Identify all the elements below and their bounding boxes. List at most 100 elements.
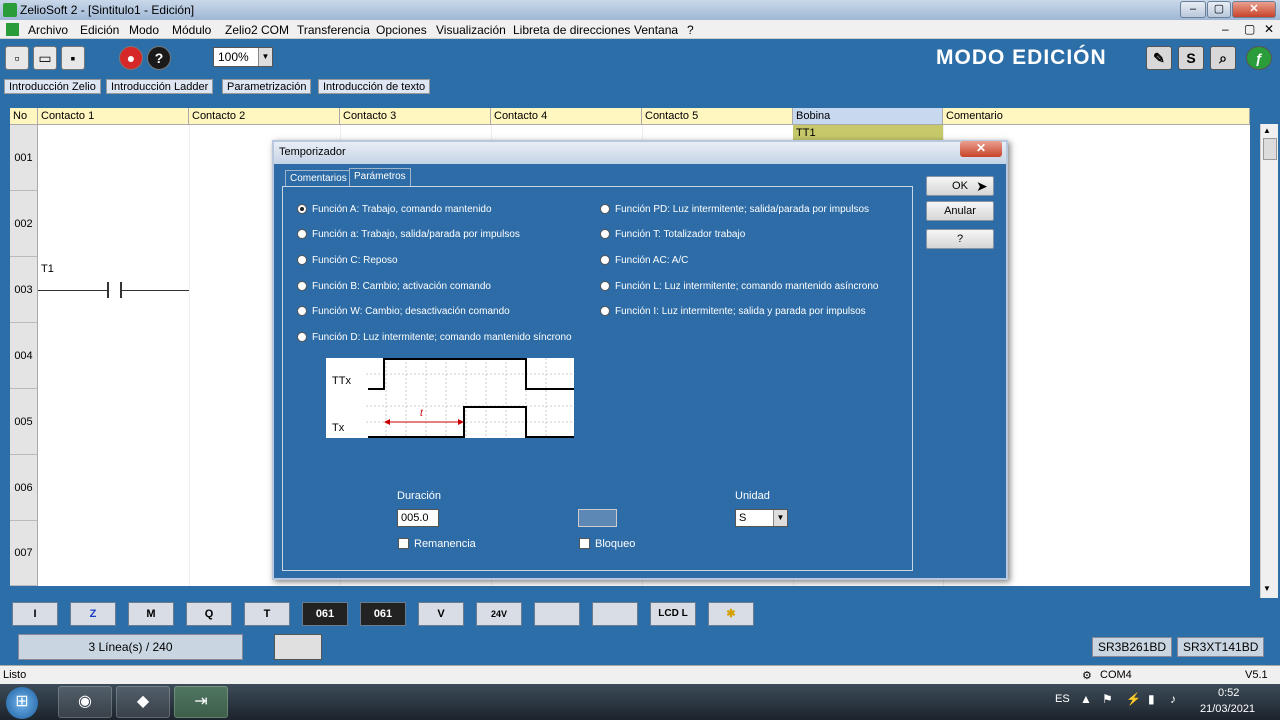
remanence-checkbox[interactable]: Remanencia (398, 538, 476, 550)
menu-bar: Archivo Edición Modo Módulo Zelio2 COM T… (0, 20, 1280, 39)
option-funcion-l[interactable]: Función L: Luz intermitente; comando man… (600, 281, 879, 292)
menu-modulo[interactable]: Módulo (172, 23, 211, 37)
checkbox-box (398, 538, 409, 549)
comparator-tool-icon[interactable]: V (418, 602, 464, 626)
minimize-button[interactable]: – (1180, 1, 1206, 18)
option-funcion-d[interactable]: Función D: Luz intermitente; comando man… (297, 332, 572, 343)
timer-tool-icon[interactable]: T (244, 602, 290, 626)
radio (297, 281, 307, 291)
save-icon[interactable]: ▪ (61, 46, 85, 70)
input-tool-icon[interactable]: I (12, 602, 58, 626)
col-contacto-4: Contacto 4 (491, 108, 642, 125)
lcd-tool-icon[interactable]: LCD L (650, 602, 696, 626)
clock-time[interactable]: 0:52 (1218, 687, 1239, 699)
menu-archivo[interactable]: Archivo (28, 23, 68, 37)
cancel-button[interactable]: Anular (926, 201, 994, 221)
simulation-icon[interactable]: ● (119, 46, 143, 70)
fast-counter-tool-icon[interactable]: 061 (360, 602, 406, 626)
tab-parametrizacion[interactable]: Parametrización (222, 79, 312, 94)
network-icon[interactable]: ▮ (1148, 692, 1155, 706)
clock-tool-icon[interactable] (534, 602, 580, 626)
unit-select[interactable]: S ▼ (735, 509, 788, 527)
radio (297, 229, 307, 239)
inner-close-button[interactable]: ✕ (1264, 22, 1274, 36)
grid-tool-icon[interactable] (592, 602, 638, 626)
row-number: 003 (10, 257, 38, 323)
dialog-help-button[interactable]: ? (926, 229, 994, 249)
dialog-close-button[interactable]: ✕ (960, 141, 1002, 157)
analog-tool-icon[interactable]: 24V (476, 602, 522, 626)
menu-transferencia[interactable]: Transferencia (297, 23, 370, 37)
menu-ventana[interactable]: Ventana (634, 23, 678, 37)
menu-zelio2com[interactable]: Zelio2 COM (225, 23, 289, 37)
flag-icon[interactable]: ⚑ (1102, 692, 1113, 706)
option-funcion-a-impulsos[interactable]: Función a: Trabajo, salida/parada por im… (297, 229, 520, 240)
summer-tool-icon[interactable]: ✱ (708, 602, 754, 626)
scroll-up-icon[interactable]: ▲ (1263, 126, 1271, 135)
start-button-icon[interactable]: ⊞ (6, 687, 38, 719)
option-funcion-w[interactable]: Función W: Cambio; desactivación comando (297, 306, 510, 317)
auxiliary-tool-icon[interactable]: Z (70, 602, 116, 626)
tab-row: Introducción Zelio Introducción Ladder P… (0, 78, 1280, 96)
dialog-title-bar (274, 142, 1006, 164)
tab-introduccion-ladder[interactable]: Introducción Ladder (106, 79, 214, 94)
tab-comentarios[interactable]: Comentarios (285, 170, 352, 187)
inner-minimize-button[interactable]: – (1222, 22, 1229, 36)
language-indicator[interactable]: ES (1055, 693, 1070, 705)
tab-introduccion-zelio[interactable]: Introducción Zelio (4, 79, 101, 94)
tray-arrow-icon[interactable]: ▲ (1080, 692, 1092, 706)
counter-tool-icon[interactable]: 061 (302, 602, 348, 626)
row-number: 006 (10, 455, 38, 521)
tab-parametros[interactable]: Parámetros (349, 168, 411, 187)
option-funcion-a[interactable]: Función A: Trabajo, comando mantenido (297, 204, 492, 215)
menu-edicion[interactable]: Edición (80, 23, 119, 37)
option-funcion-t[interactable]: Función T: Totalizador trabajo (600, 229, 745, 240)
output-tool-icon[interactable]: Q (186, 602, 232, 626)
radio (297, 255, 307, 265)
doc-icon (6, 23, 19, 36)
duration-input[interactable]: 005.0 (397, 509, 439, 527)
radio (600, 255, 610, 265)
close-button[interactable]: ✕ (1232, 1, 1276, 18)
lock-checkbox[interactable]: Bloqueo (579, 538, 635, 550)
duration-label: Duración (397, 490, 442, 502)
option-funcion-ac[interactable]: Función AC: A/C (600, 255, 688, 266)
option-funcion-c[interactable]: Función C: Reposo (297, 255, 398, 266)
menu-opciones[interactable]: Opciones (376, 23, 427, 37)
zeliosoft-task-icon[interactable]: ⇥ (174, 686, 228, 718)
tab-introduccion-texto[interactable]: Introducción de texto (318, 79, 431, 94)
menu-visualizacion[interactable]: Visualización (436, 23, 506, 37)
help-icon[interactable]: ? (147, 46, 171, 70)
scroll-thumb[interactable] (1263, 138, 1277, 160)
new-file-icon[interactable]: ▫ (5, 46, 29, 70)
disabled-input (578, 509, 617, 527)
inner-maximize-button[interactable]: ▢ (1244, 22, 1255, 36)
option-funcion-i[interactable]: Función I: Luz intermitente; salida y pa… (600, 306, 866, 317)
memory-tool-icon[interactable]: M (128, 602, 174, 626)
coil-label: TT1 (796, 127, 816, 139)
vertical-scrollbar[interactable]: ▲ ▼ (1260, 124, 1278, 598)
power-icon[interactable]: ⚡ (1126, 692, 1141, 706)
menu-help[interactable]: ? (687, 23, 694, 37)
radio (297, 332, 307, 342)
volume-icon[interactable]: ♪ (1170, 692, 1176, 706)
open-folder-icon[interactable]: ▭ (33, 46, 57, 70)
zoom-select[interactable]: 100% ▼ (213, 47, 273, 67)
clock-date[interactable]: 21/03/2021 (1200, 703, 1255, 715)
port-icon: ⚙ (1082, 670, 1092, 682)
option-funcion-b[interactable]: Función B: Cambio; activación comando (297, 281, 491, 292)
dialog-title: Temporizador (279, 146, 346, 158)
row-number: 001 (10, 125, 38, 191)
chrome-icon[interactable]: ◉ (58, 686, 112, 718)
zelio-logo-icon[interactable]: ƒ (1246, 46, 1272, 70)
scroll-down-icon[interactable]: ▼ (1263, 584, 1271, 593)
search-icon[interactable]: ⌕ (1210, 46, 1236, 70)
s-icon[interactable]: S (1178, 46, 1204, 70)
module-icon[interactable] (274, 634, 322, 660)
menu-modo[interactable]: Modo (129, 23, 159, 37)
edit-mode-icon[interactable]: ✎ (1146, 46, 1172, 70)
option-funcion-pd[interactable]: Función PD: Luz intermitente; salida/par… (600, 204, 869, 215)
maximize-button[interactable]: ▢ (1207, 1, 1231, 18)
app2-icon[interactable]: ◆ (116, 686, 170, 718)
menu-libreta[interactable]: Libreta de direcciones (513, 23, 630, 37)
